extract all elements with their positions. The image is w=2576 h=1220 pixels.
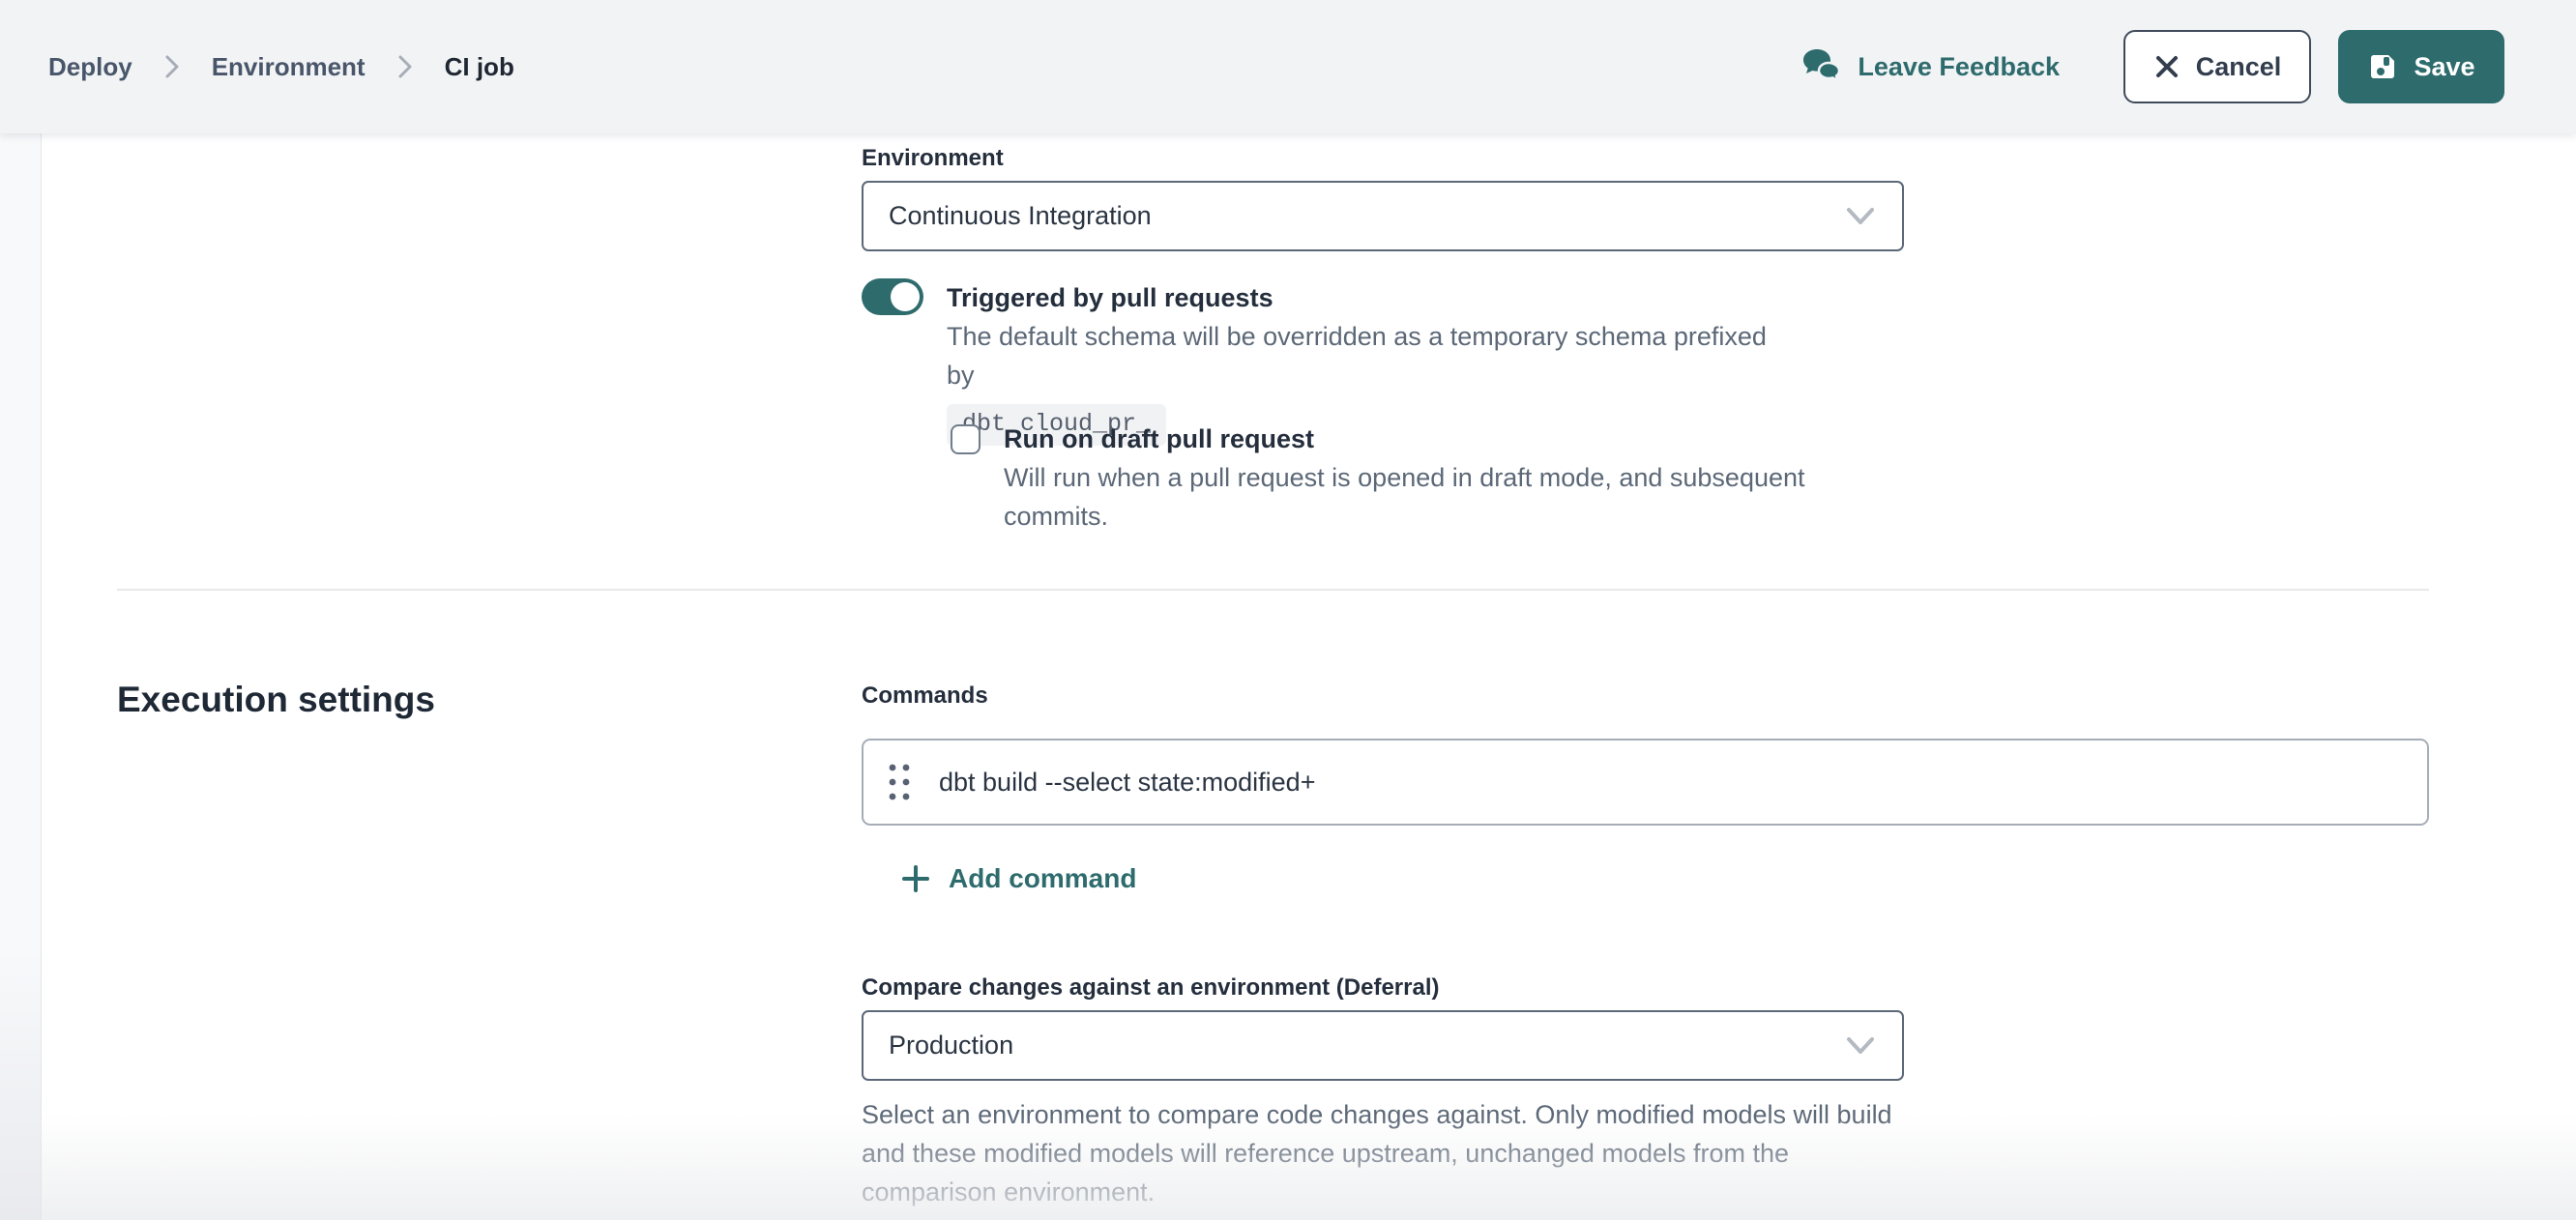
pr-trigger-label: Triggered by pull requests — [947, 278, 1798, 317]
leave-feedback-button[interactable]: Leave Feedback — [1800, 47, 2060, 86]
toggle-knob — [891, 282, 920, 311]
save-button-label: Save — [2414, 52, 2474, 82]
deferral-dropdown[interactable]: Production — [862, 1010, 1904, 1081]
chevron-right-icon — [161, 52, 183, 81]
pr-trigger-description: The default schema will be overridden as… — [947, 317, 1798, 394]
cancel-button-label: Cancel — [2196, 52, 2282, 82]
save-icon — [2367, 51, 2398, 82]
add-command-label: Add command — [949, 863, 1136, 894]
environment-field-label: Environment — [862, 145, 1004, 172]
draft-pr-label: Run on draft pull request — [1004, 420, 1913, 458]
environment-dropdown-value: Continuous Integration — [889, 201, 1152, 231]
breadcrumb-item-deploy[interactable]: Deploy — [48, 52, 132, 82]
execution-settings-title: Execution settings — [117, 680, 435, 720]
leave-feedback-label: Leave Feedback — [1858, 52, 2060, 82]
draft-pr-checkbox[interactable] — [951, 424, 981, 454]
job-settings-card: Environment Continuous Integration Trigg… — [41, 133, 2576, 1220]
draft-pr-description: Will run when a pull request is opened i… — [1004, 458, 1913, 536]
commands-label: Commands — [862, 683, 988, 710]
breadcrumb-item-ci-job: CI job — [445, 52, 514, 82]
cancel-button[interactable]: Cancel — [2123, 30, 2311, 103]
breadcrumb: Deploy Environment CI job — [48, 52, 514, 82]
environment-dropdown[interactable]: Continuous Integration — [862, 181, 1904, 251]
page-left-gutter — [0, 133, 41, 1220]
deferral-field-label: Compare changes against an environment (… — [862, 974, 1440, 1002]
deferral-dropdown-value: Production — [889, 1031, 1013, 1060]
top-header-bar: Deploy Environment CI job Leave Feedback… — [0, 0, 2576, 133]
pr-trigger-toggle[interactable] — [862, 278, 923, 315]
chevron-right-icon — [395, 52, 416, 81]
feedback-chat-icon — [1800, 47, 1842, 86]
chevron-down-icon — [1844, 1035, 1877, 1057]
save-button[interactable]: Save — [2338, 30, 2504, 103]
draft-pr-row: Run on draft pull request Will run when … — [951, 420, 1913, 536]
close-icon — [2153, 53, 2181, 80]
deferral-help-text: Select an environment to compare code ch… — [862, 1095, 1896, 1211]
command-row[interactable]: dbt build --select state:modified+ — [862, 739, 2429, 826]
breadcrumb-item-environment[interactable]: Environment — [212, 52, 366, 82]
drag-handle-icon[interactable] — [887, 762, 912, 802]
command-input-value[interactable]: dbt build --select state:modified+ — [939, 768, 1315, 798]
chevron-down-icon — [1844, 206, 1877, 227]
plus-icon — [900, 863, 931, 894]
section-divider — [117, 589, 2429, 591]
draft-pr-text: Run on draft pull request Will run when … — [1004, 420, 1913, 536]
add-command-button[interactable]: Add command — [900, 863, 1136, 894]
